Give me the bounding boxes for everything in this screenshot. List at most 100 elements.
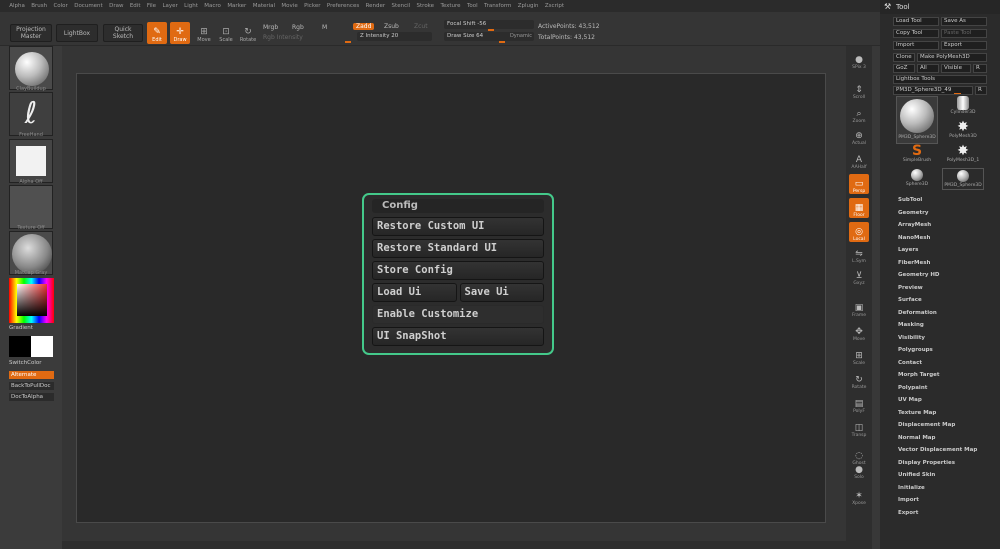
copy-tool-button[interactable]: Copy Tool xyxy=(893,29,939,38)
shelf-floor-button[interactable]: ▦ Floor xyxy=(849,198,869,218)
subpalette-export[interactable]: Export xyxy=(898,510,918,516)
shelf-xpose-button[interactable]: ✶ Xpose xyxy=(849,486,869,506)
tool-thumb-simplebrush[interactable]: S SimpleBrush xyxy=(896,144,938,168)
menu-render[interactable]: Render xyxy=(362,3,388,9)
rgb-toggle[interactable]: Rgb xyxy=(292,24,304,31)
shelf-local-button[interactable]: ◎ Local xyxy=(849,222,869,242)
menu-material[interactable]: Material xyxy=(250,3,279,9)
shelf-move-button[interactable]: ✥ Move xyxy=(849,322,869,342)
menu-macro[interactable]: Macro xyxy=(201,3,224,9)
tool-thumb-polymesh3d-1[interactable]: ✸ PolyMesh3D_1 xyxy=(942,144,984,168)
zcut-toggle[interactable]: Zcut xyxy=(414,23,428,30)
all-button[interactable]: All xyxy=(917,64,939,73)
menu-alpha[interactable]: Alpha xyxy=(6,3,28,9)
menu-transform[interactable]: Transform xyxy=(481,3,515,9)
color-picker-square[interactable] xyxy=(17,284,47,316)
subpalette-uv-map[interactable]: UV Map xyxy=(898,397,922,403)
shelf-scroll-button[interactable]: ⇕ Scroll xyxy=(849,80,869,100)
tool-palette-header[interactable]: ⚒ Tool xyxy=(880,0,1000,14)
menu-texture[interactable]: Texture xyxy=(437,3,464,9)
shelf-spix-3-button[interactable]: ● SPix 3 xyxy=(849,50,869,70)
shelf-frame-button[interactable]: ▣ Frame xyxy=(849,298,869,318)
make-polymesh3d-button[interactable]: Make PolyMesh3D xyxy=(917,53,987,62)
visible-button[interactable]: Visible xyxy=(941,64,971,73)
subpalette-display-properties[interactable]: Display Properties xyxy=(898,460,955,466)
shelf-aahalf-button[interactable]: A AAHalf xyxy=(849,150,869,170)
subpalette-subtool[interactable]: SubTool xyxy=(898,197,922,203)
main-color-swatch[interactable] xyxy=(9,336,31,357)
menu-brush[interactable]: Brush xyxy=(28,3,50,9)
tool-thumb-sphere3d[interactable]: Sphere3D xyxy=(896,168,938,190)
shelf-polyf-button[interactable]: ▤ PolyF xyxy=(849,394,869,414)
menu-preferences[interactable]: Preferences xyxy=(324,3,363,9)
r-button[interactable]: R xyxy=(973,64,987,73)
menu-light[interactable]: Light xyxy=(181,3,201,9)
subpalette-initialize[interactable]: Initialize xyxy=(898,485,925,491)
subpalette-vector-displacement-map[interactable]: Vector Displacement Map xyxy=(898,447,977,453)
m-toggle[interactable]: M xyxy=(322,24,327,31)
shelf-zoom-button[interactable]: ⌕ Zoom xyxy=(849,104,869,124)
subpalette-unified-skin[interactable]: Unified Skin xyxy=(898,472,935,478)
subpalette-arraymesh[interactable]: ArrayMesh xyxy=(898,222,931,228)
subpalette-layers[interactable]: Layers xyxy=(898,247,918,253)
mrgb-toggle[interactable]: Mrgb xyxy=(263,24,278,31)
lightbox-button[interactable]: LightBox xyxy=(56,24,98,42)
subpalette-geometry[interactable]: Geometry xyxy=(898,210,928,216)
menu-marker[interactable]: Marker xyxy=(224,3,249,9)
edit-button[interactable]: ✎ Edit xyxy=(147,22,167,44)
material-thumbnail[interactable] xyxy=(9,231,53,275)
subpalette-preview[interactable]: Preview xyxy=(898,285,923,291)
brush-thumbnail[interactable] xyxy=(9,46,53,90)
subpalette-polypaint[interactable]: Polypaint xyxy=(898,385,927,391)
clone-button[interactable]: Clone xyxy=(893,53,915,62)
restore-custom-ui-button[interactable]: Restore Custom UI xyxy=(372,217,544,236)
subpalette-polygroups[interactable]: Polygroups xyxy=(898,347,933,353)
shelf-scale-button[interactable]: ⊞ Scale xyxy=(849,346,869,366)
tool-thumb-polymesh3d[interactable]: ✸ PolyMesh3D xyxy=(942,120,984,144)
export-button[interactable]: Export xyxy=(941,41,987,50)
menu-stencil[interactable]: Stencil xyxy=(388,3,413,9)
menu-movie[interactable]: Movie xyxy=(278,3,301,9)
save-ui-button[interactable]: Save Ui xyxy=(459,283,544,302)
subpalette-import[interactable]: Import xyxy=(898,497,919,503)
menu-tool[interactable]: Tool xyxy=(464,3,481,9)
subpalette-visibility[interactable]: Visibility xyxy=(898,335,925,341)
save-as-button[interactable]: Save As xyxy=(941,17,987,26)
menu-file[interactable]: File xyxy=(144,3,160,9)
menu-draw[interactable]: Draw xyxy=(106,3,127,9)
enable-customize-button[interactable]: Enable Customize xyxy=(372,305,544,324)
projection-master-button[interactable]: Projection Master xyxy=(10,24,52,42)
doctoalpha-button[interactable]: DocToAlpha xyxy=(9,393,54,401)
menu-layer[interactable]: Layer xyxy=(159,3,181,9)
load-tool-button[interactable]: Load Tool xyxy=(893,17,939,26)
scale-button[interactable]: ⊡ Scale xyxy=(216,22,236,44)
focal-shift-slider[interactable]: Focal Shift -56 xyxy=(444,20,534,31)
store-config-button[interactable]: Store Config xyxy=(372,261,544,280)
zadd-toggle[interactable]: Zadd xyxy=(353,23,375,30)
shelf-solo-button[interactable]: ● Solo xyxy=(849,460,869,480)
quick-sketch-button[interactable]: Quick Sketch xyxy=(103,24,143,42)
subpalette-deformation[interactable]: Deformation xyxy=(898,310,937,316)
subpalette-contact[interactable]: Contact xyxy=(898,360,922,366)
import-button[interactable]: Import xyxy=(893,41,939,50)
load-ui-button[interactable]: Load Ui xyxy=(372,283,457,302)
dynamic-toggle[interactable]: Dynamic xyxy=(510,32,532,41)
subpalette-texture-map[interactable]: Texture Map xyxy=(898,410,936,416)
shelf-rotate-button[interactable]: ↻ Rotate xyxy=(849,370,869,390)
goz-button[interactable]: GoZ xyxy=(893,64,915,73)
shelf-gxyz-button[interactable]: ⊻ Gxyz xyxy=(849,266,869,286)
tool-thumb-pm3d-sphere-2[interactable]: PM3D_Sphere3D xyxy=(942,168,984,190)
backtopulldoc-button[interactable]: BackToPullDoc xyxy=(9,382,54,390)
subpalette-nanomesh[interactable]: NanoMesh xyxy=(898,235,930,241)
z-intensity-slider[interactable]: Z Intensity 20 xyxy=(345,32,432,43)
bottom-tray-handle[interactable] xyxy=(62,541,846,549)
rgb-intensity-slider[interactable]: Rgb Intensity xyxy=(263,34,303,41)
shelf-transp-button[interactable]: ◫ Transp xyxy=(849,418,869,438)
tool-thumb-cylinder3d[interactable]: Cylinder3D xyxy=(942,96,984,120)
move-button[interactable]: ⊞ Move xyxy=(194,22,214,44)
tool-thumb-pm3d-sphere[interactable]: PM3D_Sphere3D xyxy=(896,96,938,144)
draw-button[interactable]: ✛ Draw xyxy=(170,22,190,44)
menu-color[interactable]: Color xyxy=(50,3,71,9)
restore-standard-ui-button[interactable]: Restore Standard UI xyxy=(372,239,544,258)
menu-stroke[interactable]: Stroke xyxy=(413,3,437,9)
